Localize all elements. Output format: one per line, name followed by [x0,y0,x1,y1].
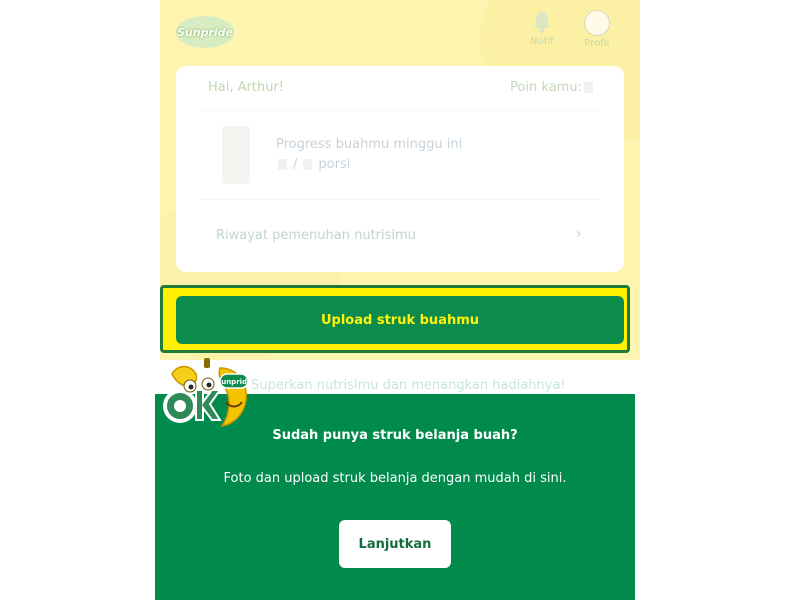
history-link[interactable]: Riwayat pemenuhan nutrisimu [216,228,416,243]
continue-button[interactable]: Lanjutkan [339,520,451,568]
mascot-badge-text: Sunpride [216,378,252,386]
progress-value: / porsi [276,157,350,172]
points-label: Poin kamu: [510,80,582,95]
onboarding-description: Foto dan upload struk belanja dengan mud… [223,471,567,486]
divider [200,110,600,111]
upload-receipt-button[interactable]: Upload struk buahmu [176,296,624,344]
progress-separator: / [293,157,298,172]
divider [200,199,600,200]
progress-unit: porsi [318,157,351,172]
progress-target-placeholder [303,159,313,170]
progress-bar [222,126,250,184]
chevron-right-icon[interactable]: › [576,226,582,242]
points-value-placeholder [583,82,593,93]
progress-title: Progress buahmu minggu ini [276,137,463,152]
ok-k-shape [195,389,222,421]
points-display: Poin kamu: [510,80,595,95]
tagline: Superkan nutrisimu dan menangkan hadiahn… [251,378,566,393]
greeting: Hai, Arthur! [208,80,284,95]
progress-current-placeholder [278,159,287,170]
banana-mascot-icon: Sunpride [163,358,252,428]
onboarding-title: Sudah punya struk belanja buah? [272,428,518,443]
